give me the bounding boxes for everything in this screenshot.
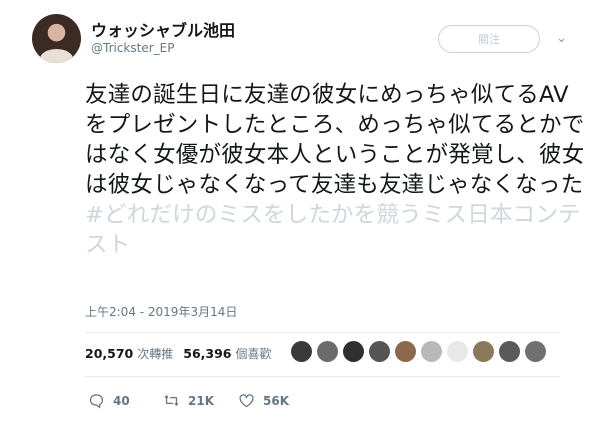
chevron-down-icon[interactable]: ⌄ xyxy=(556,31,567,46)
like-count: 56,396 xyxy=(183,346,232,361)
liker-avatars xyxy=(291,341,546,362)
tweet-body: 友達の誕生日に友達の彼女にめっちゃ似てるAVをプレゼントしたところ、めっちゃ似て… xyxy=(85,82,585,198)
reply-count: 40 xyxy=(113,393,130,408)
reply-icon xyxy=(89,394,104,409)
liker-avatar[interactable] xyxy=(525,341,546,362)
tweet-timestamp[interactable]: 上午2:04 - 2019年3月14日 xyxy=(85,303,237,320)
liker-avatar[interactable] xyxy=(343,341,364,362)
author-display-name[interactable]: ウォッシャブル池田 xyxy=(91,17,235,41)
retweet-action-count: 21K xyxy=(188,393,214,408)
divider xyxy=(85,332,560,333)
like-action-count: 56K xyxy=(263,393,289,408)
author-avatar[interactable] xyxy=(32,14,81,63)
liker-avatar[interactable] xyxy=(369,341,390,362)
liker-avatar[interactable] xyxy=(447,341,468,362)
retweet-stat-label: 次轉推 xyxy=(137,347,174,361)
retweet-icon xyxy=(164,395,179,406)
reply-button[interactable]: 40 xyxy=(88,392,163,409)
liker-avatar[interactable] xyxy=(395,341,416,362)
author-handle[interactable]: @Trickster_EP xyxy=(91,41,174,55)
tweet-stats: 20,570 次轉推 56,396 個喜歡 xyxy=(85,345,272,362)
liker-avatar[interactable] xyxy=(291,341,312,362)
retweet-count: 20,570 xyxy=(85,346,134,361)
retweet-stat[interactable]: 20,570 次轉推 xyxy=(85,345,173,362)
retweet-button[interactable]: 21K xyxy=(163,392,238,409)
tweet-text: 友達の誕生日に友達の彼女にめっちゃ似てるAVをプレゼントしたところ、めっちゃ似て… xyxy=(85,80,585,260)
tweet-actions: 40 21K 56K xyxy=(88,392,313,409)
follow-button[interactable]: 關注 xyxy=(438,25,540,53)
like-button[interactable]: 56K xyxy=(238,392,313,409)
liker-avatar[interactable] xyxy=(473,341,494,362)
like-stat[interactable]: 56,396 個喜歡 xyxy=(183,345,271,362)
liker-avatar[interactable] xyxy=(499,341,520,362)
liker-avatar[interactable] xyxy=(421,341,442,362)
heart-icon xyxy=(239,394,254,408)
liker-avatar[interactable] xyxy=(317,341,338,362)
like-stat-label: 個喜歡 xyxy=(235,347,272,361)
divider xyxy=(85,376,560,377)
hashtag-link[interactable]: #どれだけのミスをしたかを競うミス日本コンテスト xyxy=(85,202,581,258)
